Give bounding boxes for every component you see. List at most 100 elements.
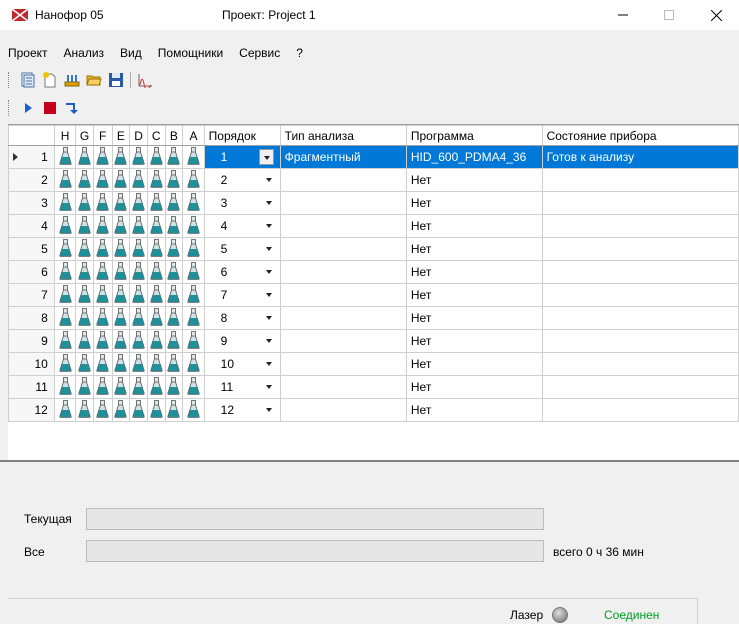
well-cell[interactable] xyxy=(129,375,148,399)
program-cell[interactable]: Нет xyxy=(405,260,543,284)
well-cell[interactable] xyxy=(111,329,131,353)
table-row[interactable]: 7 7 Нет xyxy=(8,283,739,307)
col-header-well[interactable]: G xyxy=(75,125,94,146)
well-cell[interactable] xyxy=(164,352,184,376)
table-row[interactable]: 3 3 Нет xyxy=(8,191,739,215)
well-cell[interactable] xyxy=(92,214,113,238)
well-cell[interactable] xyxy=(164,168,184,192)
row-header[interactable]: 6 xyxy=(8,260,55,284)
well-cell[interactable] xyxy=(146,260,166,284)
toolbar-grip[interactable] xyxy=(8,72,11,88)
order-dropdown[interactable]: 1 xyxy=(203,145,281,169)
col-header-program[interactable]: Программа xyxy=(405,125,543,146)
well-cell[interactable] xyxy=(182,398,205,422)
analysis-type-cell[interactable]: Фрагментный xyxy=(279,145,407,169)
well-cell[interactable] xyxy=(53,260,77,284)
program-cell[interactable]: Нет xyxy=(405,306,543,330)
well-cell[interactable] xyxy=(129,398,148,422)
maximize-button[interactable] xyxy=(646,0,692,30)
well-cell[interactable] xyxy=(146,168,166,192)
col-header-device-state[interactable]: Состояние прибора xyxy=(541,125,739,146)
well-cell[interactable] xyxy=(164,260,184,284)
well-cell[interactable] xyxy=(111,260,131,284)
order-dropdown[interactable]: 8 xyxy=(203,306,281,330)
well-cell[interactable] xyxy=(164,145,184,169)
col-header-well[interactable]: H xyxy=(53,125,77,146)
well-cell[interactable] xyxy=(164,191,184,215)
program-cell[interactable]: Нет xyxy=(405,375,543,399)
row-header[interactable]: 10 xyxy=(8,352,55,376)
well-cell[interactable] xyxy=(182,352,205,376)
well-cell[interactable] xyxy=(164,214,184,238)
col-header-well[interactable]: C xyxy=(146,125,166,146)
program-cell[interactable]: Нет xyxy=(405,352,543,376)
menu-analysis[interactable]: Анализ xyxy=(56,42,113,64)
row-header[interactable]: 12 xyxy=(8,398,55,422)
order-dropdown[interactable]: 3 xyxy=(203,191,281,215)
well-cell[interactable] xyxy=(164,283,184,307)
well-cell[interactable] xyxy=(129,168,148,192)
well-cell[interactable] xyxy=(182,237,205,261)
order-dropdown[interactable]: 2 xyxy=(203,168,281,192)
menu-service[interactable]: Сервис xyxy=(231,42,288,64)
well-cell[interactable] xyxy=(111,306,131,330)
save-button[interactable] xyxy=(105,69,127,91)
well-cell[interactable] xyxy=(182,191,205,215)
col-header-well[interactable]: E xyxy=(111,125,131,146)
well-cell[interactable] xyxy=(75,191,94,215)
well-cell[interactable] xyxy=(53,329,77,353)
well-cell[interactable] xyxy=(53,283,77,307)
well-cell[interactable] xyxy=(182,260,205,284)
table-row[interactable]: 5 5 Нет xyxy=(8,237,739,261)
table-row[interactable]: 8 8 Нет xyxy=(8,306,739,330)
analysis-type-cell[interactable] xyxy=(279,260,407,284)
order-dropdown[interactable]: 9 xyxy=(203,329,281,353)
program-cell[interactable]: Нет xyxy=(405,168,543,192)
program-cell[interactable]: Нет xyxy=(405,237,543,261)
analysis-type-cell[interactable] xyxy=(279,329,407,353)
well-cell[interactable] xyxy=(182,145,205,169)
row-header[interactable]: 8 xyxy=(8,306,55,330)
col-header-order[interactable]: Порядок xyxy=(203,125,281,146)
order-dropdown[interactable]: 5 xyxy=(203,237,281,261)
well-cell[interactable] xyxy=(146,375,166,399)
well-cell[interactable] xyxy=(182,283,205,307)
well-cell[interactable] xyxy=(111,214,131,238)
well-cell[interactable] xyxy=(75,237,94,261)
well-cell[interactable] xyxy=(53,398,77,422)
program-cell[interactable]: Нет xyxy=(405,214,543,238)
menu-assistants[interactable]: Помощники xyxy=(150,42,231,64)
table-row[interactable]: 12 12 Нет xyxy=(8,398,739,422)
analysis-type-cell[interactable] xyxy=(279,352,407,376)
program-cell[interactable]: Нет xyxy=(405,398,543,422)
well-cell[interactable] xyxy=(182,168,205,192)
well-cell[interactable] xyxy=(75,283,94,307)
row-header[interactable]: 4 xyxy=(8,214,55,238)
well-cell[interactable] xyxy=(92,260,113,284)
order-dropdown[interactable]: 6 xyxy=(203,260,281,284)
well-cell[interactable] xyxy=(111,398,131,422)
menu-help[interactable]: ? xyxy=(288,42,311,64)
program-cell[interactable]: Нет xyxy=(405,191,543,215)
new-file-button[interactable] xyxy=(39,69,61,91)
chart-button[interactable] xyxy=(134,69,156,91)
well-cell[interactable] xyxy=(92,329,113,353)
well-cell[interactable] xyxy=(129,237,148,261)
well-cell[interactable] xyxy=(75,260,94,284)
well-cell[interactable] xyxy=(164,306,184,330)
well-cell[interactable] xyxy=(129,145,148,169)
well-cell[interactable] xyxy=(92,283,113,307)
analysis-type-cell[interactable] xyxy=(279,237,407,261)
well-cell[interactable] xyxy=(111,352,131,376)
well-cell[interactable] xyxy=(53,375,77,399)
menu-view[interactable]: Вид xyxy=(112,42,150,64)
well-cell[interactable] xyxy=(53,145,77,169)
table-row[interactable]: 9 9 Нет xyxy=(8,329,739,353)
well-cell[interactable] xyxy=(75,398,94,422)
row-header[interactable]: 7 xyxy=(8,283,55,307)
well-cell[interactable] xyxy=(111,283,131,307)
row-header[interactable]: 11 xyxy=(8,375,55,399)
well-cell[interactable] xyxy=(146,191,166,215)
program-cell[interactable]: Нет xyxy=(405,283,543,307)
well-cell[interactable] xyxy=(53,168,77,192)
